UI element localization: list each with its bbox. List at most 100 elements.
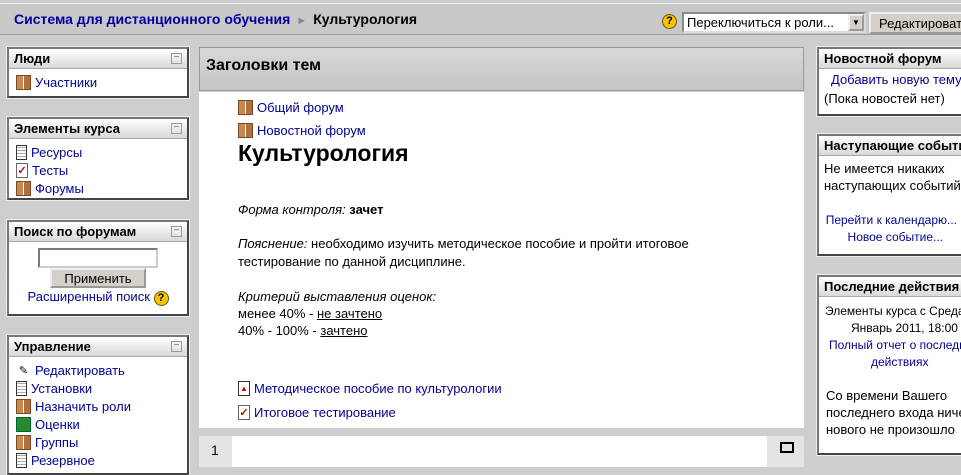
no-news: (Пока новостей нет) (824, 91, 945, 106)
apply-button[interactable]: Применить (50, 268, 146, 288)
criteria-1: менее 40% - не зачтено (238, 306, 382, 321)
activities-block: Элементы курса − Ресурсы ✓ Тесты Форумы (6, 116, 190, 201)
quiz-icon: ✓ (238, 404, 250, 420)
block-title: Поиск по форумам (14, 224, 137, 239)
breadcrumb-course: Культурология (313, 11, 418, 27)
section-body (232, 436, 767, 467)
link-label[interactable]: Общий форум (257, 100, 344, 115)
admin-roles-link[interactable]: Назначить роли (9, 397, 187, 415)
edit-icon: ✎ (18, 364, 29, 377)
text: не зачтено (317, 306, 383, 321)
collapse-icon[interactable]: − (171, 53, 182, 64)
since-text: Элементы курса с Среда (825, 304, 961, 318)
manual-resource-link[interactable]: ▲ Методическое пособие по культурологии (238, 379, 502, 397)
forum-search-block: Поиск по форумам − Применить Расширенный … (6, 219, 190, 317)
explanation-cont: тестирование по данной дисциплине. (238, 254, 466, 269)
forums-link[interactable]: Форумы (9, 179, 187, 197)
participants-link[interactable]: Участники (9, 73, 187, 91)
full-report-link-cont[interactable]: действиях (871, 355, 928, 369)
backup-icon (16, 452, 27, 468)
calendar-link[interactable]: Перейти к календарю... (826, 213, 957, 227)
link-label[interactable]: Новостной форум (257, 123, 366, 138)
news-block: Новостной форум Добавить новую тему... (… (816, 46, 961, 117)
label: Пояснение: (238, 236, 308, 251)
text: необходимо изучить методическое пособие … (311, 236, 689, 251)
page-title: Заголовки тем (206, 57, 321, 74)
collapse-icon[interactable]: − (171, 123, 182, 134)
collapse-icon[interactable]: − (171, 226, 182, 237)
forum-icon (16, 180, 31, 196)
quizzes-link[interactable]: ✓ Тесты (9, 161, 187, 179)
roles-icon (16, 398, 31, 414)
breadcrumb: Система для дистанционного обучения ► Куль… (14, 11, 417, 27)
link-label[interactable]: Редактировать (35, 363, 125, 378)
role-switch-select[interactable]: Переключиться к роли... ▼ (682, 12, 866, 33)
final-test-link[interactable]: ✓ Итоговое тестирование (238, 403, 396, 421)
admin-edit-link[interactable]: ✎ Редактировать (9, 361, 187, 379)
label: Форма контроля: (238, 202, 346, 217)
link-label[interactable]: Методическое пособие по культурологии (254, 381, 502, 396)
link-label[interactable]: Установки (31, 381, 92, 396)
course-title: Культурология (238, 140, 409, 166)
text: Со времени Вашего (826, 388, 948, 403)
people-icon (16, 74, 31, 90)
add-topic-link[interactable]: Добавить новую тему... (831, 72, 961, 87)
text: Не имеется никаких (824, 161, 945, 176)
link-label[interactable]: Участники (35, 75, 97, 90)
explanation: Пояснение: необходимо изучить методическ… (238, 236, 689, 251)
link-label[interactable]: Оценки (35, 417, 80, 432)
text: наступающих событий (824, 178, 961, 193)
resources-link[interactable]: Ресурсы (9, 143, 187, 161)
chevron-down-icon[interactable]: ▼ (848, 14, 864, 31)
label: Критерий выставления оценок: (238, 289, 437, 304)
link-label[interactable]: Назначить роли (35, 399, 131, 414)
people-block: Люди − Участники (6, 46, 190, 99)
admin-grades-link[interactable]: Оценки (9, 415, 187, 433)
link-label[interactable]: Итоговое тестирование (254, 405, 396, 420)
breadcrumb-separator: ► (296, 15, 308, 27)
new-event-link[interactable]: Новое событие... (848, 230, 943, 244)
control-form: Форма контроля: зачет (238, 202, 383, 217)
collapse-icon[interactable]: − (171, 341, 182, 352)
news-forum-link[interactable]: Новостной форум (238, 121, 366, 139)
link-label[interactable]: Форумы (35, 181, 84, 196)
block-title: Элементы курса (14, 121, 120, 136)
link-label[interactable]: Группы (35, 435, 78, 450)
block-title: Последние действия (824, 279, 960, 294)
recent-activity-block: Последние действия Элементы курса с Сред… (816, 274, 961, 456)
value: зачет (349, 202, 384, 217)
text: менее 40% - (238, 306, 317, 321)
breadcrumb-site-link[interactable]: Система для дистанционного обучения (14, 11, 290, 27)
show-only-section-icon[interactable] (780, 442, 794, 453)
help-icon[interactable]: ? (662, 14, 677, 29)
text: последнего входа ничего (826, 405, 961, 420)
full-report-link[interactable]: Полный отчет о последних (829, 338, 961, 352)
text: зачтено (320, 323, 368, 338)
link-label[interactable]: Ресурсы (31, 145, 82, 160)
block-title: Люди (14, 51, 51, 66)
link-label[interactable]: Резервное (31, 453, 95, 468)
edit-button[interactable]: Редактировать (869, 12, 961, 34)
topics-header: Заголовки тем (199, 47, 804, 91)
admin-groups-link[interactable]: Группы (9, 433, 187, 451)
role-switch-value: Переключиться к роли... (687, 15, 834, 30)
section-1: 1 (199, 436, 804, 467)
criteria-2: 40% - 100% - зачтено (238, 323, 368, 338)
document-icon (16, 144, 27, 160)
admin-settings-link[interactable]: Установки (9, 379, 187, 397)
block-title: Новостной форум (824, 51, 942, 66)
settings-icon (16, 380, 27, 396)
help-icon[interactable]: ? (153, 291, 169, 306)
advanced-search-link[interactable]: Расширенный поиск (27, 289, 149, 304)
criteria-label: Критерий выставления оценок: (238, 289, 436, 304)
block-title: Наступающие события (824, 138, 961, 153)
section-0: Общий форум Новостной форум Культурологи… (199, 92, 804, 428)
link-label[interactable]: Тесты (32, 163, 68, 178)
admin-backup-link[interactable]: Резервное (9, 451, 187, 469)
navbar: Система для дистанционного обучения ► Куль… (0, 3, 961, 35)
forum-icon (238, 99, 253, 115)
quiz-icon: ✓ (16, 162, 28, 178)
section-number: 1 (211, 442, 219, 458)
general-forum-link[interactable]: Общий форум (238, 98, 344, 116)
search-input[interactable] (38, 248, 158, 268)
